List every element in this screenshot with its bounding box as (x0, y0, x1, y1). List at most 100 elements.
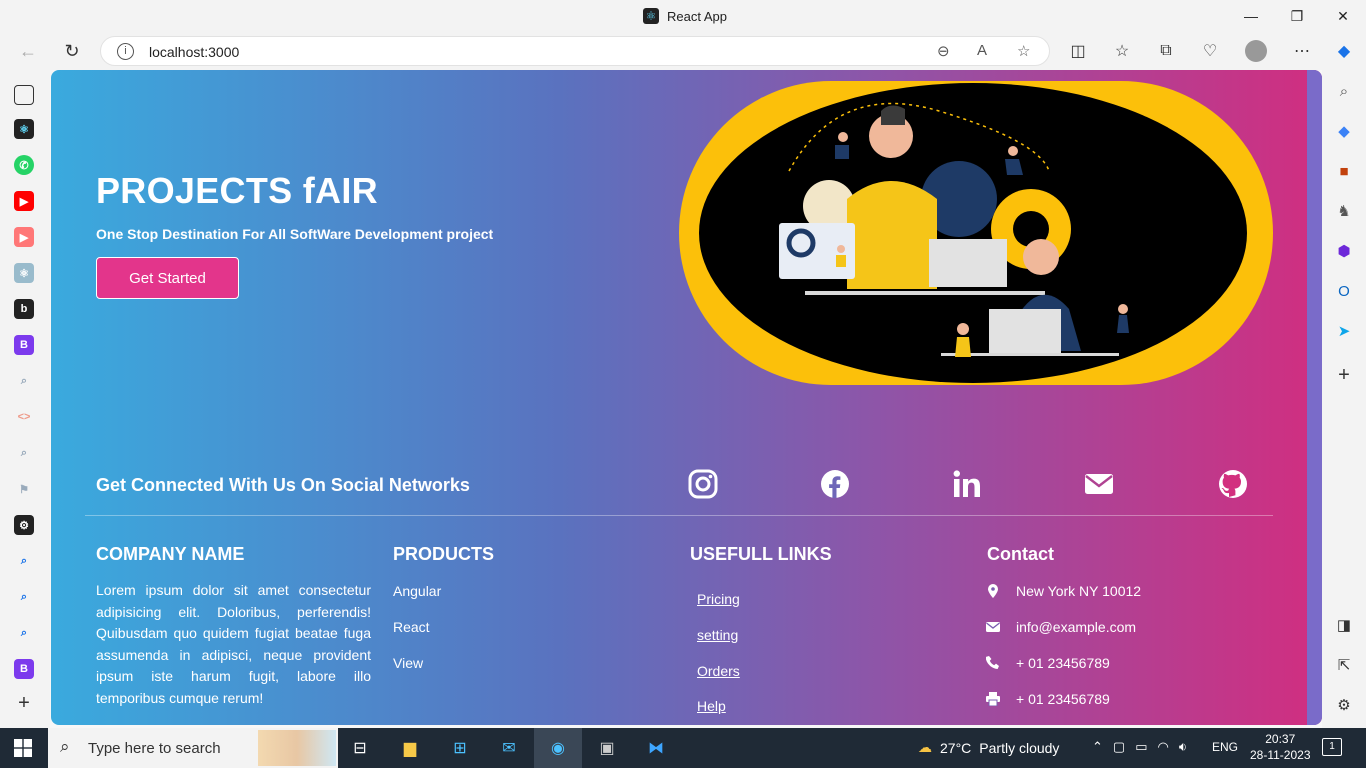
site-info-icon[interactable]: i (117, 43, 134, 60)
company-description: Lorem ipsum dolor sit amet consectetur a… (96, 582, 371, 706)
youtube-tab-icon[interactable]: ▶ (14, 191, 34, 211)
collections-icon[interactable]: ⧉ (1152, 38, 1180, 64)
youtube-tab-icon-2[interactable]: ▶ (14, 227, 34, 247)
zoom-icon[interactable]: ⊖ (937, 42, 950, 60)
tab-actions-icon[interactable] (14, 85, 34, 105)
edge-browser-icon[interactable]: ◉ (534, 728, 582, 768)
shopping-tag-icon[interactable]: ◆ (1334, 121, 1354, 141)
flag-tab-icon[interactable]: ⚑ (14, 479, 34, 499)
useful-links-heading: USEFULL LINKS (690, 544, 832, 564)
weather-condition: Partly cloudy (979, 739, 1060, 756)
outlook-icon[interactable]: O (1334, 281, 1354, 301)
battery-icon[interactable]: ▭ (1135, 739, 1147, 755)
whatsapp-tab-icon[interactable]: ✆ (14, 155, 34, 175)
section-divider (85, 515, 1273, 516)
search-placeholder: Type here to search (88, 740, 221, 757)
hero-subtitle: One Stop Destination For All SoftWare De… (96, 226, 494, 242)
bootstrap-tab-icon[interactable]: b (14, 299, 34, 319)
search-highlight-image (258, 730, 336, 766)
envelope-icon[interactable] (1084, 469, 1114, 499)
search-tab-icon-5[interactable]: ⌕ (14, 623, 34, 643)
facebook-icon[interactable] (820, 469, 850, 499)
favorite-star-icon[interactable]: ☆ (1017, 42, 1030, 60)
products-heading: PRODUCTS (393, 544, 495, 564)
bootstrap-b-tab-icon[interactable]: B (14, 335, 34, 355)
address-bar[interactable]: i localhost:3000 ⊖ A ☆ (100, 36, 1050, 66)
task-view-icon[interactable]: ⊟ (343, 734, 377, 762)
code-tab-icon[interactable]: <> (14, 407, 34, 427)
get-started-button[interactable]: Get Started (96, 257, 239, 299)
contact-address: New York NY 10012 (1016, 583, 1142, 599)
open-external-icon[interactable]: ⇱ (1334, 655, 1354, 675)
tools-icon[interactable]: ■ (1334, 161, 1354, 181)
browser-essentials-icon[interactable]: ♡ (1196, 38, 1224, 64)
sidebar-panel-icon[interactable]: ◨ (1334, 615, 1354, 635)
link-pricing[interactable]: Pricing (697, 591, 740, 607)
mail-icon[interactable]: ✉ (492, 734, 526, 762)
map-marker-icon (988, 584, 998, 598)
terminal-icon[interactable]: ▣ (590, 734, 624, 762)
taskbar-search-box[interactable]: ⌕ Type here to search (48, 728, 338, 768)
product-link-view[interactable]: View (393, 655, 423, 671)
search-tab-icon-4[interactable]: ⌕ (14, 587, 34, 607)
file-explorer-icon[interactable]: ▆ (393, 734, 427, 762)
more-options-icon[interactable]: ⋯ (1288, 38, 1316, 64)
search-tab-icon-2[interactable]: ⌕ (14, 443, 34, 463)
search-icon[interactable]: ⌕ (1334, 81, 1354, 101)
react-tab-icon[interactable]: ⚛ (14, 119, 34, 139)
product-link-angular[interactable]: Angular (393, 583, 441, 599)
chevron-up-icon[interactable]: ⌃ (1092, 739, 1103, 755)
weather-temperature: 27°C (940, 739, 972, 756)
page-scrollbar[interactable] (1307, 70, 1322, 725)
app-tab-icon[interactable]: ⚙ (14, 515, 34, 535)
github-icon[interactable] (1218, 469, 1248, 499)
instagram-icon[interactable] (688, 469, 718, 499)
split-screen-icon[interactable]: ◫ (1064, 38, 1092, 64)
edge-sidebar: ⌕ ◆ ■ ♞ ⬢ O ➤ + ◨ ⇱ ⚙ (1322, 70, 1366, 728)
copilot-icon[interactable]: ◆ (1330, 38, 1358, 64)
url-text[interactable]: localhost:3000 (149, 44, 239, 60)
chess-icon[interactable]: ♞ (1334, 201, 1354, 221)
web-page: PROJECTS fAIR One Stop Destination For A… (51, 70, 1322, 725)
social-heading: Get Connected With Us On Social Networks (96, 475, 470, 495)
favorites-icon[interactable]: ☆ (1108, 38, 1136, 64)
linkedin-icon[interactable] (952, 469, 982, 499)
settings-gear-icon[interactable]: ⚙ (1334, 695, 1354, 715)
link-setting[interactable]: setting (697, 627, 738, 643)
minimize-button[interactable]: — (1236, 4, 1266, 28)
search-tab-icon-3[interactable]: ⌕ (14, 551, 34, 571)
search-tab-icon[interactable]: ⌕ (14, 371, 34, 391)
taskbar-clock[interactable]: 20:37 28-11-2023 (1250, 731, 1311, 763)
browser-titlebar: ⚛ React App — ❐ ✕ (0, 0, 1366, 32)
back-button[interactable]: ← (14, 38, 42, 64)
react-docs-tab-icon[interactable]: ⚛ (14, 263, 34, 283)
new-tab-icon[interactable]: + (14, 692, 34, 714)
restore-button[interactable]: ❐ (1282, 4, 1312, 28)
refresh-button[interactable]: ↻ (58, 38, 86, 64)
wifi-icon[interactable]: ◠ (1158, 739, 1169, 755)
send-icon[interactable]: ➤ (1334, 321, 1354, 341)
clock-time: 20:37 (1265, 732, 1296, 746)
meet-now-icon[interactable]: ▢ (1113, 739, 1125, 755)
read-aloud-icon[interactable]: A (977, 42, 987, 59)
link-help[interactable]: Help (697, 698, 726, 714)
volume-icon[interactable]: 🔉︎ (1179, 739, 1187, 755)
add-sidebar-app-icon[interactable]: + (1334, 364, 1354, 386)
weather-widget[interactable]: ☁ 27°C Partly cloudy (918, 739, 1059, 756)
close-button[interactable]: ✕ (1328, 4, 1358, 28)
link-orders[interactable]: Orders (697, 663, 740, 679)
microsoft-store-icon[interactable]: ⊞ (443, 734, 477, 762)
m365-icon[interactable]: ⬢ (1334, 241, 1354, 261)
browser-toolbar: ← ↻ i localhost:3000 ⊖ A ☆ ◫ ☆ ⧉ ♡ ⋯ ◆ (0, 32, 1366, 70)
system-tray: ⌃ ▢ ▭ ◠ 🔉︎ (1092, 739, 1187, 755)
language-indicator[interactable]: ENG (1212, 740, 1238, 754)
vscode-icon[interactable]: ⧓ (639, 734, 673, 762)
product-link-react[interactable]: React (393, 619, 430, 635)
bootstrap-b-tab-icon-2[interactable]: B (14, 659, 34, 679)
profile-avatar-icon[interactable] (1242, 38, 1270, 64)
notification-center-icon[interactable]: 1 (1322, 738, 1342, 756)
search-icon: ⌕ (60, 737, 70, 756)
windows-taskbar: ⌕ Type here to search ⊟ ▆ ⊞ ✉ ◉ ▣ ⧓ ☁ 27… (0, 728, 1366, 768)
phone-icon (986, 656, 999, 669)
windows-start-icon[interactable] (14, 739, 32, 757)
